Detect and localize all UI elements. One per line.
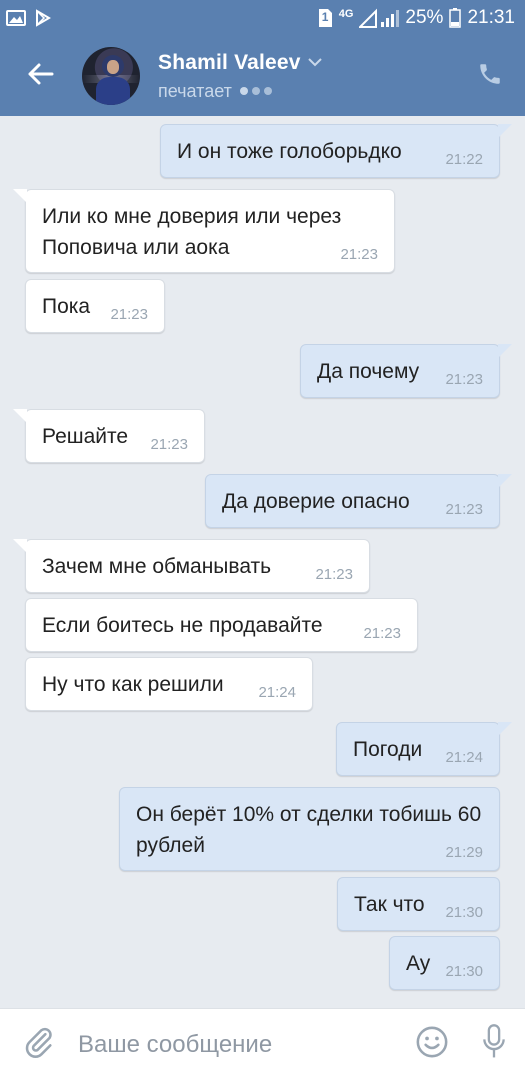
contact-name: Shamil Valeev	[158, 50, 301, 74]
message-outgoing[interactable]: Погоди 21:24	[336, 722, 512, 776]
message-time: 21:24	[445, 749, 483, 766]
microphone-icon	[479, 1024, 509, 1065]
message-time: 21:22	[445, 151, 483, 168]
message-text: Он берёт 10% от сделки тобишь 60 рублей	[136, 803, 482, 857]
message-incoming[interactable]: Пока 21:23	[25, 279, 165, 333]
message-incoming[interactable]: Если боитесь не продавайте 21:23	[25, 598, 418, 652]
message-incoming[interactable]: Решайте 21:23	[13, 409, 205, 463]
back-button[interactable]	[0, 36, 80, 116]
message-outgoing[interactable]: Да доверие опасно 21:23	[205, 474, 512, 528]
battery-percent: 25%	[405, 7, 444, 28]
message-time: 21:23	[445, 501, 483, 518]
message-input-bar	[0, 1008, 525, 1080]
message-outgoing[interactable]: Он берёт 10% от сделки тобишь 60 рублей …	[119, 787, 500, 871]
message-text: Если боитесь не продавайте	[42, 614, 323, 637]
call-button[interactable]	[455, 36, 525, 116]
battery-icon	[449, 8, 462, 28]
emoji-icon	[415, 1025, 449, 1064]
message-text: Зачем мне обманывать	[42, 555, 272, 578]
message-list[interactable]: И он тоже голоборьдко 21:22 Или ко мне д…	[0, 116, 525, 1008]
emoji-button[interactable]	[401, 1009, 463, 1080]
message-incoming[interactable]: Зачем мне обманывать 21:23	[13, 539, 370, 593]
message-outgoing[interactable]: И он тоже голоборьдко 21:22	[160, 124, 512, 178]
message-incoming[interactable]: Или ко мне доверия или через Поповича ил…	[13, 189, 395, 273]
status-bar: 1 4G 25% 21:31	[0, 0, 525, 36]
network-type: 4G	[338, 8, 354, 20]
play-store-icon	[34, 9, 52, 27]
paperclip-icon	[22, 1025, 56, 1064]
chevron-down-icon	[307, 54, 323, 72]
status-text: печатает	[158, 80, 232, 101]
sim-icon: 1	[317, 8, 333, 28]
sim-badge: 1	[321, 10, 329, 24]
message-incoming[interactable]: Ну что как решили 21:24	[25, 657, 313, 711]
message-time: 21:29	[445, 844, 483, 861]
message-time: 21:23	[315, 566, 353, 583]
status-right: 1 4G 25% 21:31	[317, 7, 515, 29]
message-input[interactable]	[78, 1019, 401, 1070]
image-icon	[6, 10, 26, 26]
message-time: 21:23	[340, 246, 378, 263]
contact-info[interactable]: Shamil Valeev печатает	[158, 51, 455, 102]
message-time: 21:23	[445, 371, 483, 388]
chat-header: Shamil Valeev печатает	[0, 36, 525, 116]
message-outgoing[interactable]: Так что 21:30	[337, 877, 500, 931]
clock: 21:31	[467, 7, 515, 28]
typing-dots-icon	[239, 87, 272, 95]
phone-icon	[477, 61, 503, 92]
message-outgoing[interactable]: Да почему 21:23	[300, 344, 512, 398]
message-text: Или ко мне доверия или через Поповича ил…	[42, 205, 342, 259]
avatar[interactable]	[82, 47, 140, 105]
signal-icon	[359, 8, 400, 28]
message-time: 21:30	[445, 963, 483, 980]
message-text: И он тоже голоборьдко	[177, 140, 402, 163]
message-time: 21:24	[258, 684, 296, 701]
message-outgoing[interactable]: Ау 21:30	[389, 936, 500, 990]
message-time: 21:30	[445, 904, 483, 921]
message-time: 21:23	[363, 625, 401, 642]
microphone-button[interactable]	[463, 1009, 525, 1080]
attach-button[interactable]	[0, 1009, 78, 1080]
back-arrow-icon	[26, 62, 54, 91]
typing-status: печатает	[158, 81, 455, 102]
status-left	[6, 9, 52, 27]
message-time: 21:23	[110, 306, 148, 323]
message-time: 21:23	[150, 436, 188, 453]
message-text: Да доверие опасно	[222, 490, 410, 513]
